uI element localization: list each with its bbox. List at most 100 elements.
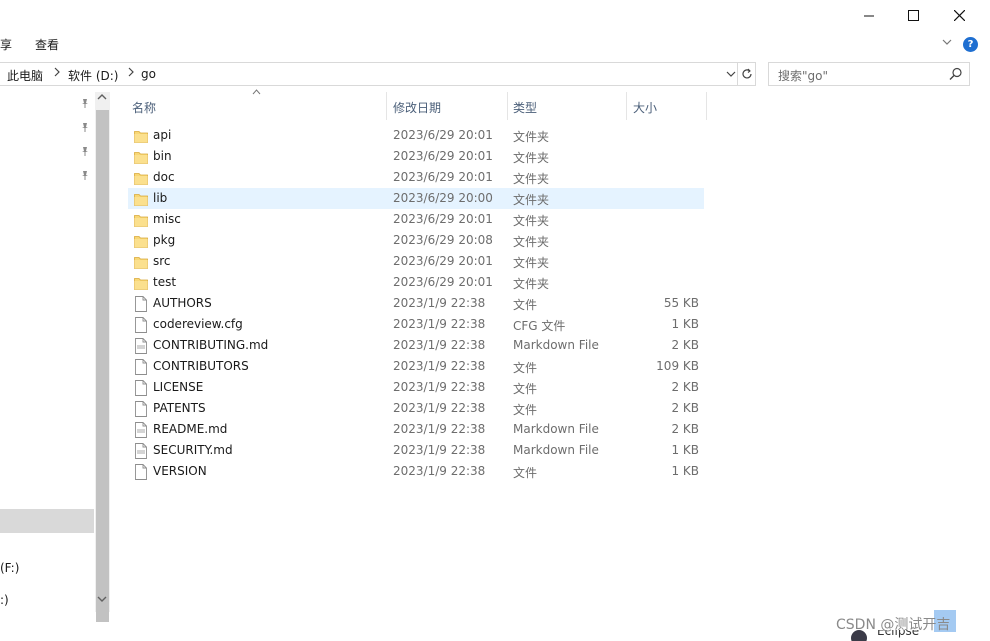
address-history-dropdown[interactable] (724, 66, 738, 82)
nav-item-drive-f[interactable]: (F:) (0, 561, 19, 575)
file-name: codereview.cfg (153, 317, 243, 331)
file-type: CFG 文件 (513, 319, 566, 333)
pin-icon[interactable] (80, 170, 90, 184)
file-row[interactable]: pkg 2023/6/29 20:08 文件夹 (128, 230, 704, 251)
file-icon (134, 296, 148, 312)
file-name: PATENTS (153, 401, 206, 415)
file-name: AUTHORS (153, 296, 212, 310)
folder-icon (134, 233, 148, 249)
refresh-button[interactable] (737, 63, 756, 85)
column-header-type-label: 类型 (513, 101, 538, 115)
file-size: 55 KB (663, 296, 699, 310)
file-row[interactable]: codereview.cfg 2023/1/9 22:38 CFG 文件 1 KB (128, 314, 704, 335)
breadcrumb-go[interactable]: go (141, 67, 156, 81)
pin-icon[interactable] (80, 122, 90, 136)
tab-share[interactable]: 享 (0, 36, 12, 53)
file-type: 文件夹 (513, 130, 550, 144)
pin-icon[interactable] (80, 98, 90, 112)
file-row[interactable]: CONTRIBUTING.md 2023/1/9 22:38 Markdown Fi… (128, 335, 704, 356)
file-row[interactable]: SECURITY.md 2023/1/9 22:38 Markdown File 1 … (128, 440, 704, 461)
file-date: 2023/6/29 20:01 (393, 170, 493, 184)
file-date: 2023/6/29 20:01 (393, 149, 493, 163)
file-date: 2023/6/29 20:00 (393, 191, 493, 205)
nav-selected-item[interactable] (0, 509, 94, 533)
file-icon (134, 317, 148, 333)
file-name: misc (153, 212, 181, 226)
folder-icon (134, 212, 148, 228)
file-name: LICENSE (153, 380, 204, 394)
file-size: 1 KB (671, 443, 699, 457)
column-header-name[interactable]: 名称 (123, 92, 386, 120)
folder-icon (134, 254, 148, 270)
file-row[interactable]: VERSION 2023/1/9 22:38 文件 1 KB (128, 461, 704, 482)
breadcrumb-this-pc[interactable]: 此电脑 (7, 67, 43, 84)
nav-scrollbar-thumb[interactable] (96, 110, 109, 622)
tab-view[interactable]: 查看 (35, 36, 59, 53)
column-divider[interactable] (706, 92, 707, 120)
column-header-name-label: 名称 (132, 101, 157, 115)
ribbon-expand-icon[interactable] (942, 36, 952, 49)
search-icon[interactable] (949, 67, 963, 84)
file-name: lib (153, 191, 168, 205)
file-date: 2023/6/29 20:08 (393, 233, 493, 247)
file-row[interactable]: CONTRIBUTORS 2023/1/9 22:38 文件 109 KB (128, 356, 704, 377)
file-type: Markdown File (513, 338, 599, 352)
file-name: README.md (153, 422, 228, 436)
file-size: 1 KB (671, 464, 699, 478)
file-row[interactable]: LICENSE 2023/1/9 22:38 文件 2 KB (128, 377, 704, 398)
file-row[interactable]: test 2023/6/29 20:01 文件夹 (128, 272, 704, 293)
minimize-button[interactable] (846, 0, 892, 30)
title-bar (0, 0, 990, 30)
maximize-button[interactable] (890, 0, 936, 30)
file-date: 2023/1/9 22:38 (393, 338, 486, 352)
file-date: 2023/1/9 22:38 (393, 359, 486, 373)
address-bar[interactable]: 此电脑 软件 (D:) go (0, 62, 756, 86)
markdown-file-icon (134, 443, 148, 459)
file-date: 2023/1/9 22:38 (393, 443, 486, 457)
breadcrumb-separator-icon[interactable] (128, 67, 134, 80)
file-date: 2023/1/9 22:38 (393, 296, 486, 310)
file-icon (134, 359, 148, 375)
nav-item-drive[interactable]: :) (0, 593, 9, 607)
pin-icon[interactable] (80, 146, 90, 160)
file-size: 2 KB (671, 380, 699, 394)
help-icon[interactable]: ? (963, 37, 978, 52)
file-size: 109 KB (656, 359, 699, 373)
file-type: 文件 (513, 466, 538, 480)
file-row[interactable]: lib 2023/6/29 20:00 文件夹 (128, 188, 704, 209)
folder-icon (134, 149, 148, 165)
file-size: 2 KB (671, 338, 699, 352)
search-input[interactable]: 搜索"go" (768, 62, 970, 86)
file-row[interactable]: AUTHORS 2023/1/9 22:38 文件 55 KB (128, 293, 704, 314)
column-header-size[interactable]: 大小 (627, 92, 707, 120)
refresh-icon (742, 68, 752, 79)
column-header-date[interactable]: 修改日期 (387, 92, 507, 120)
file-icon (134, 380, 148, 396)
file-type: 文件 (513, 361, 538, 375)
file-type: 文件夹 (513, 235, 550, 249)
file-name: src (153, 254, 171, 268)
file-row[interactable]: PATENTS 2023/1/9 22:38 文件 2 KB (128, 398, 704, 419)
file-row[interactable]: README.md 2023/1/9 22:38 Markdown File 2 KB (128, 419, 704, 440)
file-type: 文件夹 (513, 214, 550, 228)
file-row[interactable]: api 2023/6/29 20:01 文件夹 (128, 125, 704, 146)
file-list-view: 名称 修改日期 类型 大小 api 2023/6/29 20:01 文件夹 bin 20… (118, 89, 988, 632)
file-date: 2023/1/9 22:38 (393, 464, 486, 478)
breadcrumb-drive-d[interactable]: 软件 (D:) (68, 67, 118, 84)
close-button[interactable] (936, 0, 982, 30)
file-row[interactable]: misc 2023/6/29 20:01 文件夹 (128, 209, 704, 230)
scroll-up-icon[interactable] (97, 93, 107, 104)
file-row[interactable]: src 2023/6/29 20:01 文件夹 (128, 251, 704, 272)
file-icon (134, 401, 148, 417)
file-row[interactable]: doc 2023/6/29 20:01 文件夹 (128, 167, 704, 188)
file-name: bin (153, 149, 172, 163)
column-header-size-label: 大小 (633, 101, 658, 115)
file-type: 文件夹 (513, 277, 550, 291)
column-header-type[interactable]: 类型 (508, 92, 626, 120)
file-type: 文件夹 (513, 256, 550, 270)
breadcrumb-separator-icon[interactable] (54, 67, 60, 80)
watermark: CSDN @测试开吉 (836, 617, 951, 633)
scroll-down-icon[interactable] (97, 595, 107, 606)
file-date: 2023/1/9 22:38 (393, 380, 486, 394)
file-row[interactable]: bin 2023/6/29 20:01 文件夹 (128, 146, 704, 167)
